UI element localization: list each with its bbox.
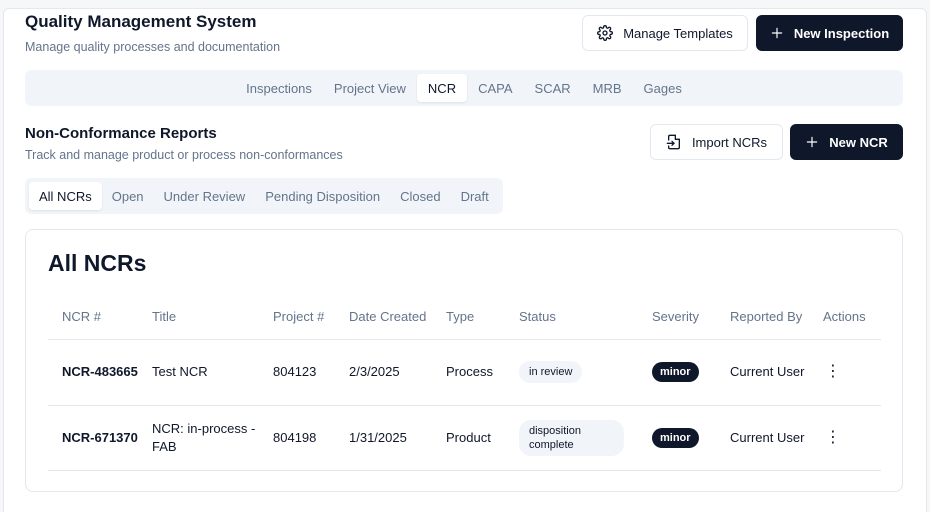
import-ncrs-button[interactable]: Import NCRs (650, 124, 783, 160)
main-tab-bar: Inspections Project View NCR CAPA SCAR M… (25, 70, 903, 106)
new-inspection-label: New Inspection (793, 25, 890, 41)
status-badge: disposition complete (519, 419, 624, 456)
severity-badge: minor (652, 362, 699, 382)
ncr-table-card: All NCRs NCR # Title Project # Date Crea… (25, 229, 903, 492)
app-title: Quality Management System (25, 12, 257, 31)
column-header-type[interactable]: Type (432, 296, 505, 340)
more-vertical-icon[interactable]: ⋮ (825, 363, 841, 381)
tab-project-view[interactable]: Project View (323, 74, 417, 102)
import-ncrs-label: Import NCRs (691, 134, 768, 150)
filter-tab-all[interactable]: All NCRs (29, 182, 102, 210)
type-cell: Process (432, 339, 505, 406)
column-header-severity[interactable]: Severity (638, 296, 716, 340)
new-ncr-button[interactable]: New NCR (790, 124, 903, 160)
filter-tab-under-review[interactable]: Under Review (154, 182, 256, 210)
plus-icon (770, 26, 784, 40)
table-row[interactable]: NCR-483665 Test NCR 804123 2/3/2025 Proc… (48, 339, 881, 406)
status-badge: in review (519, 361, 583, 383)
column-header-reported-by[interactable]: Reported By (716, 296, 809, 340)
project-cell: 804123 (259, 339, 335, 406)
manage-templates-button[interactable]: Manage Templates (582, 15, 748, 51)
table-header-row: NCR # Title Project # Date Created Type … (48, 296, 881, 340)
ncr-number-cell[interactable]: NCR-483665 (48, 339, 138, 406)
column-header-actions: Actions (809, 296, 881, 340)
tab-mrb[interactable]: MRB (582, 74, 633, 102)
actions-cell: ⋮ (809, 405, 881, 471)
column-header-date[interactable]: Date Created (335, 296, 432, 340)
title-cell: Test NCR (138, 339, 259, 406)
column-header-title[interactable]: Title (138, 296, 259, 340)
severity-cell: minor (638, 339, 716, 406)
status-cell: in review (505, 339, 638, 406)
column-header-status[interactable]: Status (505, 296, 638, 340)
ncr-filter-tab-bar: All NCRs Open Under Review Pending Dispo… (25, 178, 503, 214)
tab-gages[interactable]: Gages (633, 74, 693, 102)
new-inspection-button[interactable]: New Inspection (756, 15, 903, 51)
section-subtitle: Track and manage product or process non-… (25, 148, 343, 162)
column-header-project[interactable]: Project # (259, 296, 335, 340)
app-subtitle: Manage quality processes and documentati… (25, 40, 281, 54)
filter-tab-open[interactable]: Open (102, 182, 154, 210)
new-ncr-label: New NCR (829, 134, 888, 150)
manage-templates-label: Manage Templates (623, 25, 733, 41)
plus-icon (805, 135, 819, 149)
actions-cell: ⋮ (809, 339, 881, 406)
reported-by-cell: Current User (716, 339, 809, 406)
tab-ncr[interactable]: NCR (416, 74, 468, 102)
more-vertical-icon[interactable]: ⋮ (825, 429, 841, 447)
section-title: Non-Conformance Reports (25, 125, 217, 142)
filter-tab-pending-disposition[interactable]: Pending Disposition (255, 182, 390, 210)
status-cell: disposition complete (505, 405, 638, 471)
ncr-table: NCR # Title Project # Date Created Type … (48, 296, 881, 471)
reported-by-cell: Current User (716, 405, 809, 471)
tab-capa[interactable]: CAPA (467, 74, 523, 102)
severity-cell: minor (638, 405, 716, 471)
file-import-icon (666, 134, 682, 150)
filter-tab-draft[interactable]: Draft (451, 182, 499, 210)
ncr-number-cell[interactable]: NCR-671370 (48, 405, 138, 471)
date-cell: 1/31/2025 (335, 405, 432, 471)
severity-badge: minor (652, 427, 699, 448)
tab-inspections[interactable]: Inspections (235, 74, 323, 102)
card-title: All NCRs (48, 250, 147, 276)
tab-scar[interactable]: SCAR (524, 74, 582, 102)
project-cell: 804198 (259, 405, 335, 471)
title-cell: NCR: in-process - FAB (138, 405, 259, 471)
date-cell: 2/3/2025 (335, 339, 432, 406)
gear-icon (597, 25, 614, 41)
filter-tab-closed[interactable]: Closed (390, 182, 450, 210)
table-row[interactable]: NCR-671370 NCR: in-process - FAB 804198 … (48, 405, 881, 471)
column-header-ncr[interactable]: NCR # (48, 296, 138, 340)
type-cell: Product (432, 405, 505, 471)
